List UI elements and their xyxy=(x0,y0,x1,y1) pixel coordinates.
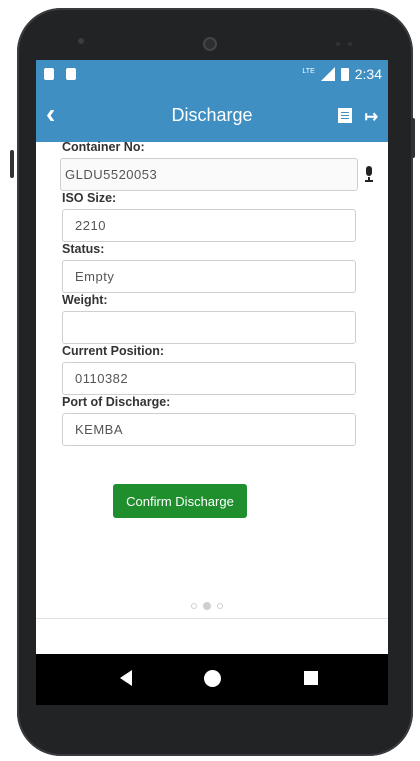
battery-icon xyxy=(340,67,349,81)
status-bar: LTE 2:34 xyxy=(36,60,388,90)
nav-recents-icon[interactable] xyxy=(304,671,318,685)
iso-size-field[interactable]: 2210 xyxy=(62,209,356,242)
current-position-label: Current Position: xyxy=(62,344,165,358)
list-icon[interactable] xyxy=(338,108,352,123)
current-position-field[interactable]: 0110382 xyxy=(62,362,356,395)
android-nav-bar xyxy=(36,654,388,705)
page-dot xyxy=(191,603,197,609)
page-indicator xyxy=(191,602,223,610)
sd-card-icon xyxy=(66,68,76,80)
front-sensor-dot xyxy=(78,38,84,44)
iso-size-label: ISO Size: xyxy=(62,191,117,205)
signal-icon xyxy=(320,67,335,81)
status-label: Status: xyxy=(62,242,105,256)
sensor-dot xyxy=(348,42,352,46)
page-title: Discharge xyxy=(171,105,253,125)
page-dot-active xyxy=(203,602,211,610)
sensor-dot xyxy=(336,42,340,46)
divider xyxy=(36,618,388,619)
weight-field[interactable] xyxy=(62,311,356,344)
notification-icon xyxy=(44,68,54,80)
port-of-discharge-label: Port of Discharge: xyxy=(62,395,171,409)
app-bar: ‹ Discharge ↦ xyxy=(36,90,388,142)
front-camera xyxy=(203,37,217,51)
container-no-label: Container No: xyxy=(62,140,145,154)
discharge-form: Container No: GLDU5520053 ISO Size: 2210… xyxy=(60,140,362,446)
weight-label: Weight: xyxy=(62,293,108,307)
nav-home-icon[interactable] xyxy=(204,670,221,687)
network-type: LTE xyxy=(302,67,315,75)
page-dot xyxy=(217,603,223,609)
nav-back-icon[interactable] xyxy=(120,670,132,686)
port-of-discharge-field[interactable]: KEMBA xyxy=(62,413,356,446)
side-button-left xyxy=(10,150,14,178)
microphone-icon[interactable] xyxy=(364,166,374,182)
status-field[interactable]: Empty xyxy=(62,260,356,293)
container-no-field[interactable]: GLDU5520053 xyxy=(60,158,358,191)
app-screen: LTE 2:34 ‹ Discharge ↦ Container No: GLD… xyxy=(36,60,388,705)
side-button-right xyxy=(411,118,415,158)
clock: 2:34 xyxy=(354,66,382,82)
logout-icon[interactable]: ↦ xyxy=(365,107,378,127)
confirm-discharge-button[interactable]: Confirm Discharge xyxy=(113,484,247,518)
